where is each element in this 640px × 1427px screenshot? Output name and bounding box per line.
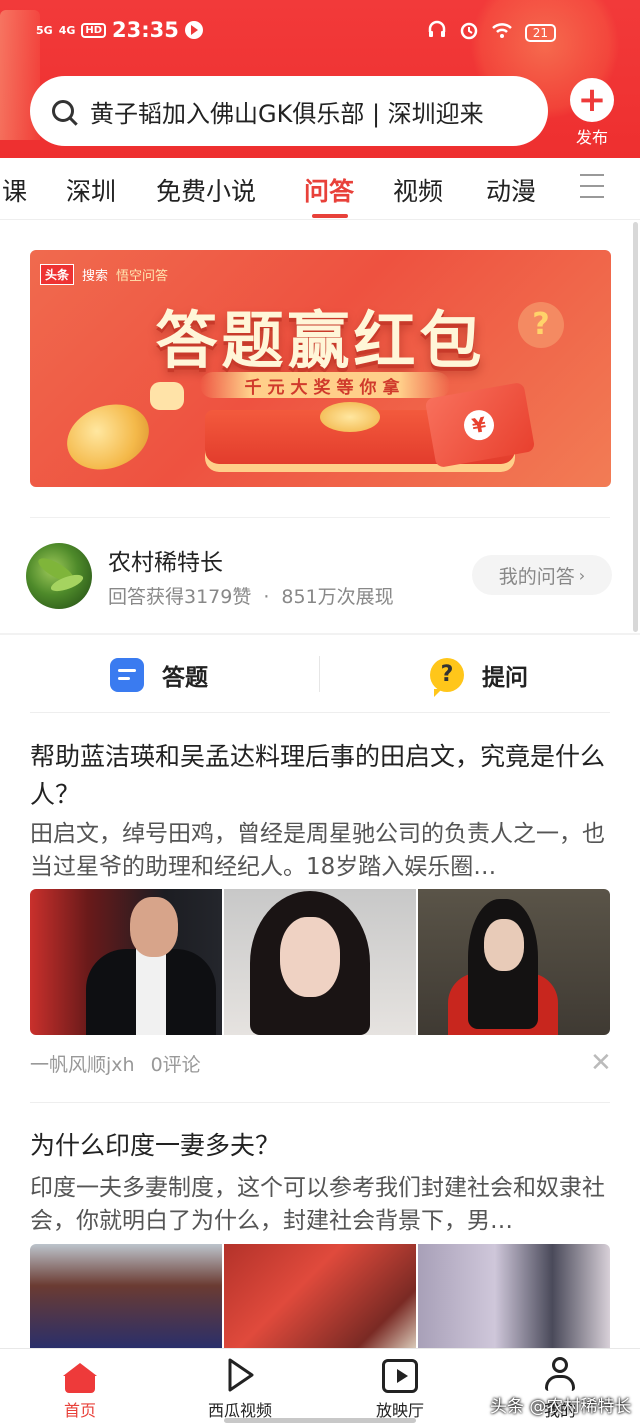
article-image[interactable] [418,1244,610,1348]
search-icon [52,100,74,122]
answer-label: 答题 [162,665,208,691]
network-4g-indicator: 4G [58,23,76,37]
status-left: 5G 4G HD 23:35 [36,18,203,42]
chat-bubble-icon [150,382,184,410]
image-detail [136,949,166,1035]
ask-button[interactable]: ? 提问 [430,655,528,697]
promo-banner[interactable]: 头条 搜索 悟空问答 答题赢红包 千元大奖等你拿 ? [30,250,611,487]
chevron-right-icon: › [578,565,586,585]
active-tab-indicator [312,214,348,218]
channel-tabs: 课 深圳 免费小说 问答 视频 动漫 [0,158,640,220]
answer-button[interactable]: 答题 [110,655,208,695]
cinema-icon [382,1359,418,1393]
answer-icon [110,658,144,692]
profile-stats: 回答获得3179赞 · 851万次展现 [108,582,394,609]
tab-free-novel[interactable]: 免费小说 [156,172,256,208]
article-meta: 一帆风顺jxh 0评论 [30,1050,201,1077]
article-title[interactable]: 为什么印度一妻多夫？ [30,1127,610,1165]
image-detail [280,917,340,997]
wifi-icon [491,21,513,44]
article-image[interactable] [224,889,416,1035]
question-bubble-icon: ? [518,302,564,348]
home-icon [63,1363,97,1393]
article-author[interactable]: 一帆风顺jxh [30,1054,135,1076]
search-query-text: 黄子韬加入佛山GK俱乐部 | 深圳迎来 [90,99,484,128]
stats-separator: · [263,586,270,608]
banner-brand: 头条 搜索 悟空问答 [40,264,168,285]
wukong-logo: 悟空问答 [116,269,169,284]
action-separator [319,656,320,692]
article-image[interactable] [224,1244,416,1348]
tab-anime[interactable]: 动漫 [486,172,536,208]
play-icon [225,1357,255,1393]
nav-xigua-video[interactable]: 西瓜视频 [190,1357,290,1421]
profile-likes: 回答获得3179赞 [108,586,252,608]
ask-label: 提问 [482,665,528,691]
home-indicator[interactable] [224,1418,416,1423]
divider [30,1102,610,1103]
article-comments: 0评论 [150,1054,201,1076]
publish-button[interactable]: + [570,78,614,122]
nav-home-label: 首页 [63,1401,96,1420]
image-detail [484,919,524,971]
article-title[interactable]: 帮助蓝洁瑛和吴孟达料理后事的田启文，究竟是什么人？ [30,738,610,814]
article-summary[interactable]: 印度一夫多妻制度，这个可以参考我们封建社会和奴隶社会，你就明白了为什么，封建社会… [30,1172,610,1238]
media-playing-icon [184,21,203,39]
divider [30,517,610,518]
article-image[interactable] [30,1244,222,1348]
envelope-coin-icon [320,402,380,432]
article-image[interactable] [30,889,222,1035]
article-summary[interactable]: 田启文，绰号田鸡，曾经是周星驰公司的负责人之一，也当过星爷的助理和经纪人。18岁… [30,818,610,884]
my-qa-label: 我的问答 [498,565,575,588]
avatar[interactable] [26,543,92,609]
headphones-icon [427,20,447,45]
article-image[interactable] [418,889,610,1035]
banner-subtitle: 千元大奖等你拿 [244,377,406,398]
user-icon-head [552,1357,568,1373]
tab-qa[interactable]: 问答 [304,172,354,208]
tab-shenzhen[interactable]: 深圳 [66,172,116,208]
publish-label[interactable]: 发布 [562,124,622,148]
section-divider [0,633,640,635]
close-icon[interactable]: ✕ [590,1050,612,1076]
status-right: 21 [427,20,556,45]
ask-question-icon: ? [430,658,464,697]
tab-course[interactable]: 课 [2,172,27,208]
profile-name[interactable]: 农村稀特长 [108,543,223,577]
user-icon-body [545,1375,575,1391]
user-icon [543,1357,577,1393]
profile-views: 851万次展现 [281,586,394,608]
divider [30,712,610,713]
status-bar: 5G 4G HD 23:35 21 [0,18,640,54]
network-5g-indicator: 5G [36,23,53,37]
scrollbar[interactable] [633,222,638,632]
app-header: 5G 4G HD 23:35 21 黄子韬加入佛山GK俱乐部 | 深圳迎来 + … [0,0,640,158]
brand-search-label: 搜索 [82,269,109,284]
tab-video[interactable]: 视频 [393,172,443,208]
my-qa-button[interactable]: 我的问答 › [472,555,612,595]
banner-subtitle-ribbon: 千元大奖等你拿 [200,372,450,398]
status-time: 23:35 [112,18,179,42]
plus-icon: + [577,80,607,120]
search-input[interactable]: 黄子韬加入佛山GK俱乐部 | 深圳迎来 [30,76,548,146]
alarm-icon [459,20,479,45]
nav-home[interactable]: 首页 [30,1357,130,1421]
battery-indicator: 21 [524,23,556,42]
image-detail [130,897,178,957]
toutiao-logo: 头条 [40,264,75,285]
hd-badge: HD [81,22,107,38]
gold-coin-icon [57,393,159,481]
watermark: 头条 @农村稀特长 [490,1397,632,1417]
channel-menu-icon[interactable] [580,174,604,200]
nav-cinema[interactable]: 放映厅 [350,1357,450,1421]
